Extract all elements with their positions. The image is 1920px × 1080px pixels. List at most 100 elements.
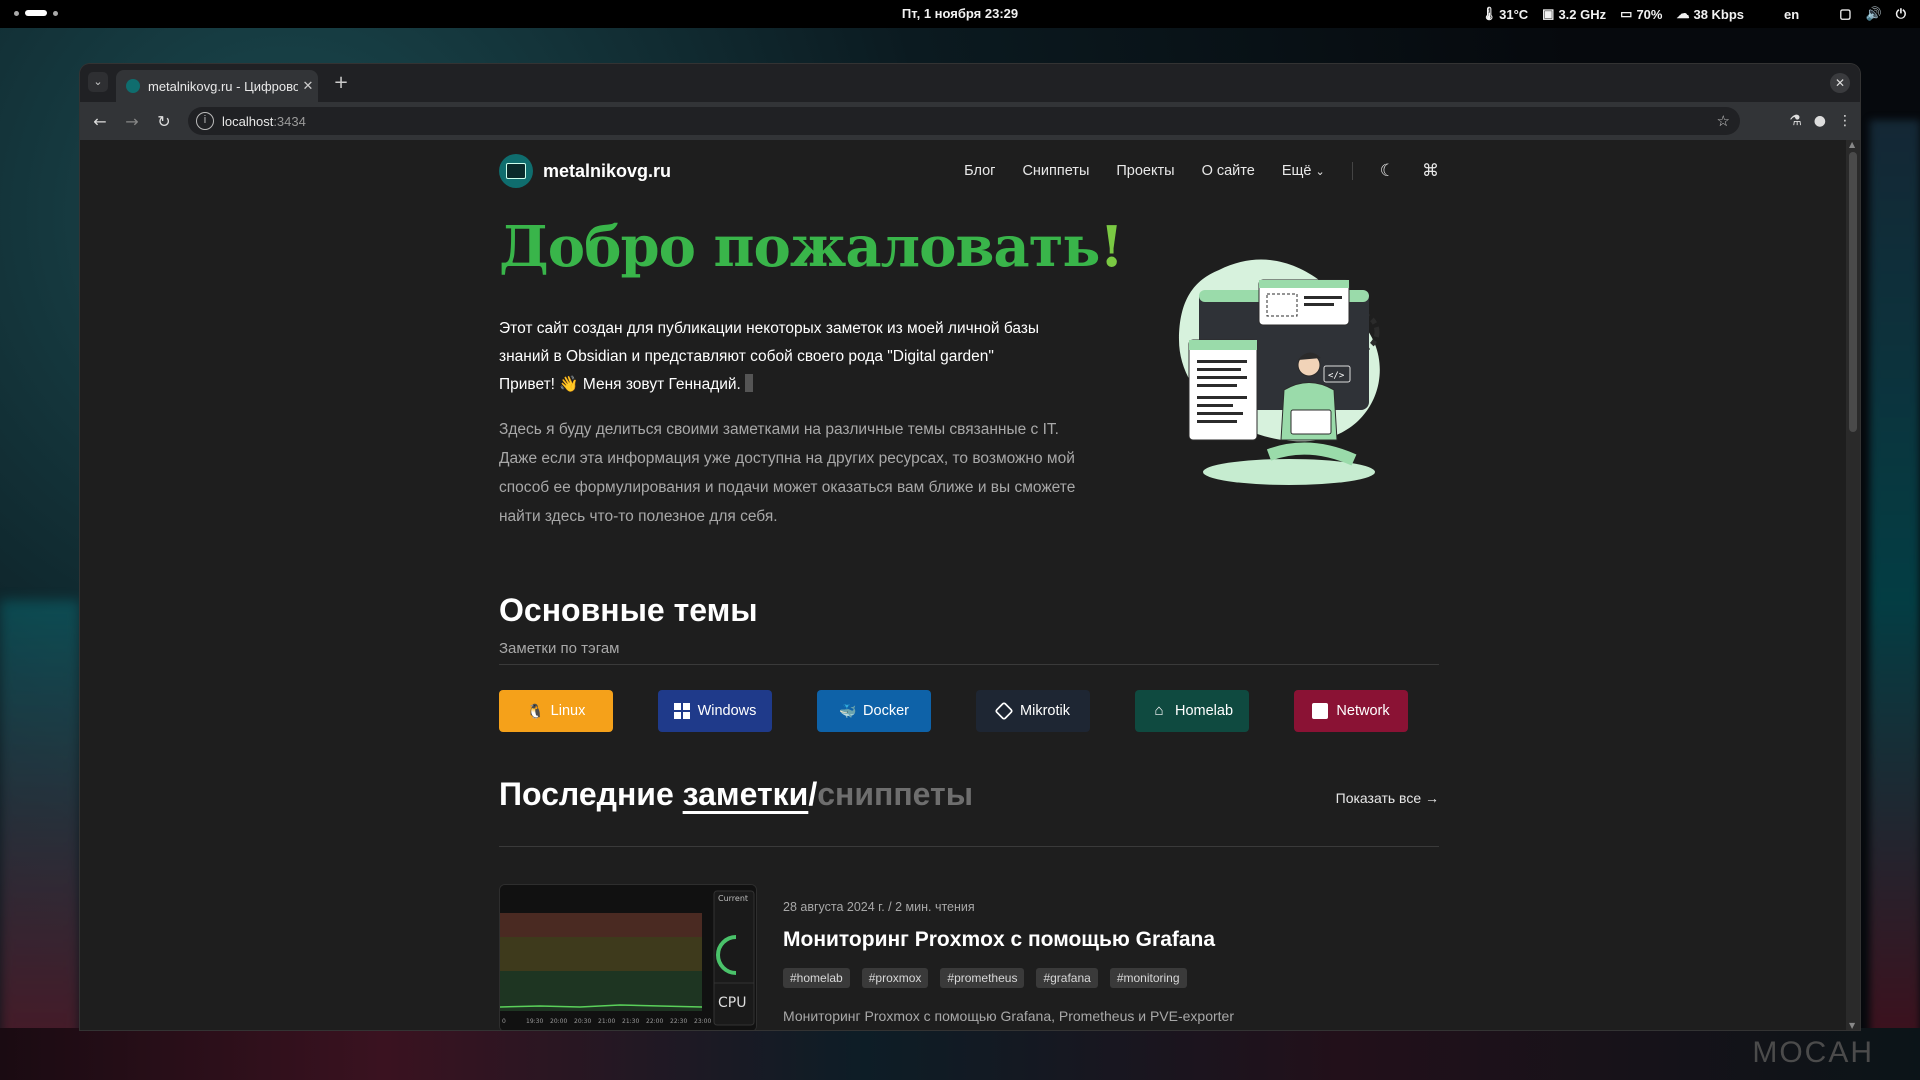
post-tag[interactable]: #proxmox [861, 968, 929, 988]
cpu-frequency[interactable]: 3.2 GHz [1558, 7, 1606, 22]
keyboard-language[interactable]: en [1784, 7, 1799, 22]
profile-icon[interactable]: ● [1814, 113, 1826, 129]
nav-projects[interactable]: Проекты [1116, 163, 1174, 179]
show-all-link[interactable]: Показать все → [1336, 790, 1439, 806]
thumb-time-label: 19:30 [526, 1018, 543, 1025]
scroll-up-icon[interactable]: ▲ [1849, 140, 1855, 149]
screen-icon[interactable]: ▢ [1839, 6, 1851, 22]
house-icon: ⌂ [1154, 702, 1164, 719]
command-palette-icon[interactable]: ⌘ [1422, 161, 1439, 181]
page-scrollbar[interactable]: ▲ ▼ [1846, 140, 1860, 1030]
hero-title: Добро пожаловать! [499, 214, 1124, 280]
address-bar[interactable]: i localhost:3434 ☆ [188, 107, 1740, 135]
intro-text: Этот сайт создан для публикации некоторы… [499, 320, 1040, 365]
topic-buttons: 🐧 Linux Windows 🐳 Docker Mikrotik ⌂ Home… [499, 690, 1408, 732]
wallpaper-bottom [0, 1028, 1920, 1080]
wallpaper-watermark: MOCAH [1752, 1036, 1874, 1069]
topic-windows-button[interactable]: Windows [658, 690, 772, 732]
topic-label: Windows [697, 703, 757, 719]
favicon-icon [126, 79, 140, 93]
thumb-current-label: Current [718, 894, 748, 903]
chevron-down-icon: ⌄ [1315, 166, 1325, 178]
tab-active[interactable]: metalnikovg.ru - Цифровой сад ✕ [116, 70, 318, 102]
window-close-button[interactable]: ✕ [1830, 73, 1850, 93]
forward-icon[interactable]: → [116, 112, 148, 131]
tab-bar: ⌄ metalnikovg.ru - Цифровой сад ✕ + ✕ [80, 64, 1860, 102]
nav-blog[interactable]: Блог [964, 163, 995, 179]
site-info-icon[interactable]: i [196, 112, 214, 130]
volume-icon[interactable]: 🔊 [1866, 6, 1882, 22]
tab-close-icon[interactable]: ✕ [298, 78, 318, 94]
latest-notes-tab[interactable]: заметки [683, 776, 809, 812]
hero-illustration: </> [1179, 259, 1380, 485]
post-tag[interactable]: #monitoring [1109, 968, 1187, 988]
labs-flask-icon[interactable]: ⚗ [1789, 113, 1802, 129]
topic-label: Mikrotik [1020, 703, 1070, 719]
topic-network-button[interactable]: Network [1294, 690, 1408, 732]
thumb-time-label: 20:00 [550, 1018, 567, 1025]
intro-description: Здесь я буду делиться своими заметками н… [499, 421, 1076, 525]
latest-divider [499, 846, 1439, 847]
reload-icon[interactable]: ↻ [148, 112, 180, 131]
mikrotik-logo-icon [994, 701, 1014, 721]
battery-icon: ▭ [1620, 6, 1633, 21]
topic-label: Homelab [1174, 703, 1234, 719]
post-tag[interactable]: #prometheus [940, 968, 1025, 988]
tab-title: metalnikovg.ru - Цифровой сад [148, 78, 298, 94]
intro-paragraph: Этот сайт создан для публикации некоторы… [499, 315, 1089, 399]
site-header: metalnikovg.ru Блог Сниппеты Проекты О с… [499, 154, 1439, 190]
power-icon[interactable]: ⏻ [1896, 6, 1906, 22]
site-logo[interactable]: metalnikovg.ru [499, 154, 671, 188]
post-thumbnail[interactable]: Current CPU 0 19:30 20:00 20:30 21:00 21:30 22… [499, 884, 757, 1030]
grafana-thumbnail: Current CPU 0 19:30 20:00 20:30 21:00 21:30 22… [500, 885, 756, 1030]
theme-toggle-icon[interactable]: ☾ [1380, 161, 1395, 181]
intro-greeting: Привет! 👋 Меня зовут Геннадий. [499, 376, 741, 393]
network-nodes-icon [1312, 703, 1329, 719]
latest-snippets-tab[interactable]: сниппеты [817, 776, 973, 812]
thumb-time-label: 22:00 [646, 1018, 663, 1025]
latest-slash: / [808, 776, 818, 812]
tab-search-dropdown[interactable]: ⌄ [88, 72, 108, 92]
back-icon[interactable]: ← [84, 112, 116, 131]
post-title[interactable]: Мониторинг Proxmox с помощью Grafana [783, 928, 1215, 952]
post-tag[interactable]: #homelab [783, 968, 850, 988]
thumb-time-label: 20:30 [574, 1018, 591, 1025]
hero-title-text: Добро пожаловать [499, 214, 1100, 280]
temperature[interactable]: 31°C [1499, 7, 1528, 22]
latest-prefix: Последние [499, 776, 674, 812]
topic-docker-button[interactable]: 🐳 Docker [817, 690, 931, 732]
topic-label: Network [1336, 703, 1390, 719]
nav-about[interactable]: О сайте [1202, 163, 1255, 179]
thumb-time-label: 0 [502, 1018, 506, 1025]
menu-kebab-icon[interactable]: ⋮ [1838, 113, 1852, 129]
wallpaper-glow-left [0, 600, 80, 1080]
thumb-time-label: 21:30 [622, 1018, 639, 1025]
url-host: localhost [222, 113, 274, 129]
text-cursor [744, 374, 753, 392]
url-port: :3434 [273, 113, 306, 129]
scroll-down-icon[interactable]: ▼ [1849, 1021, 1855, 1030]
browser-toolbar: ← → ↻ i localhost:3434 ☆ ⚗ ● ⋮ [80, 102, 1860, 140]
post-meta: 28 августа 2024 г. / 2 мин. чтения [783, 900, 975, 914]
bookmark-star-icon[interactable]: ☆ [1717, 112, 1730, 130]
topic-linux-button[interactable]: 🐧 Linux [499, 690, 613, 732]
intro-greeting-line: Привет! 👋 Меня зовут Геннадий. [499, 371, 1089, 399]
topic-homelab-button[interactable]: ⌂ Homelab [1135, 690, 1249, 732]
new-tab-button[interactable]: + [330, 72, 352, 94]
browser-window: ⌄ metalnikovg.ru - Цифровой сад ✕ + ✕ ← … [80, 64, 1860, 1030]
docker-whale-icon: 🐳 [839, 703, 857, 719]
scrollbar-thumb[interactable] [1849, 152, 1857, 432]
latest-heading: Последние заметки/сниппеты [499, 776, 973, 813]
post-tag[interactable]: #grafana [1036, 968, 1098, 988]
topics-subtitle: Заметки по тэгам [499, 640, 620, 657]
nav-snippets[interactable]: Сниппеты [1022, 163, 1089, 179]
site-name: metalnikovg.ru [543, 160, 672, 181]
system-tray: 🌡 31°C ▣ 3.2 GHz ▭ 70% ☁ 38 Kbps en ▢ 🔊 ⏻ [1481, 0, 1920, 28]
battery-level[interactable]: 70% [1636, 7, 1662, 22]
topic-mikrotik-button[interactable]: Mikrotik [976, 690, 1090, 732]
network-speed[interactable]: 38 Kbps [1693, 7, 1744, 22]
thumb-time-label: 23:00 [694, 1018, 711, 1025]
topics-divider [499, 664, 1439, 665]
nav-more[interactable]: Ещё ⌄ [1282, 163, 1325, 179]
cpu-icon: ▣ [1542, 6, 1555, 21]
